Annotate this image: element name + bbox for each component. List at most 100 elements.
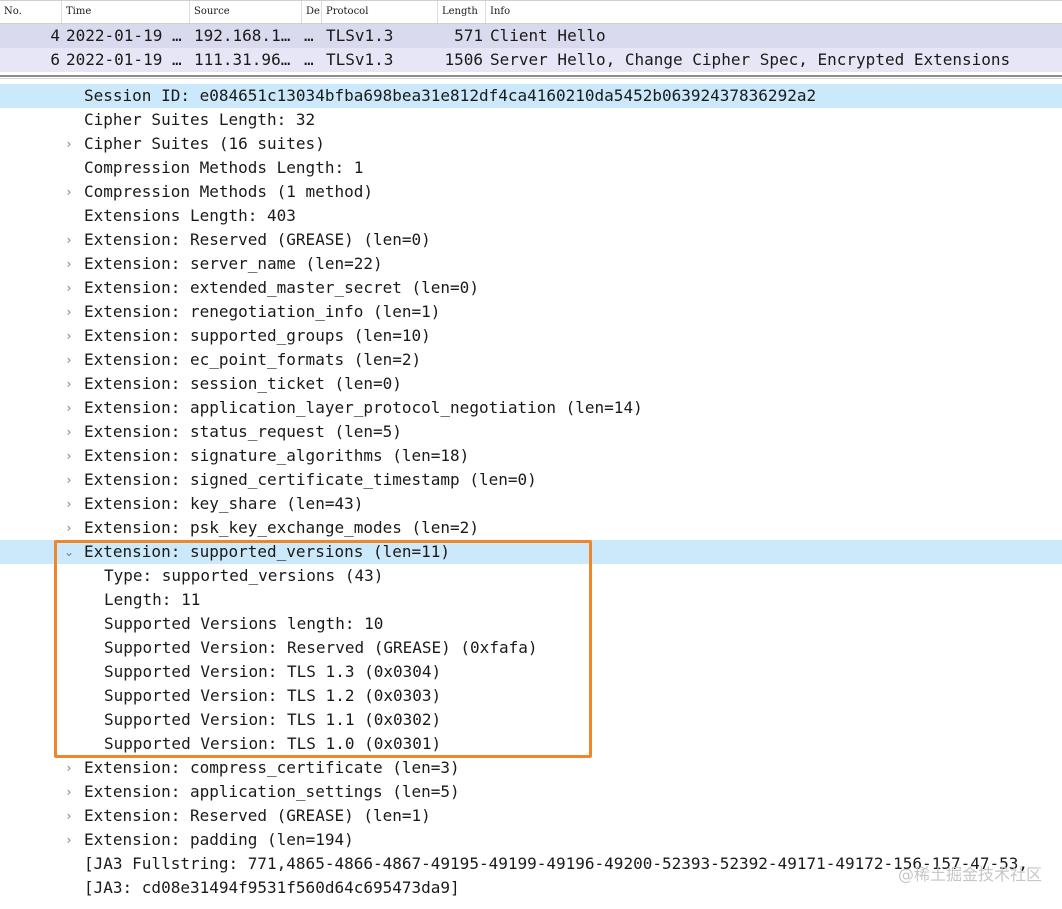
tree-item-session-id[interactable]: Session ID: e084651c13034bfba698bea31e81… bbox=[0, 84, 1062, 108]
tree-item-label: Type: supported_versions (43) bbox=[104, 566, 384, 585]
tree-item-extension[interactable]: › Extension: status_request (len=5) bbox=[0, 420, 1062, 444]
tree-item-extension[interactable]: › Extension: renegotiation_info (len=1) bbox=[0, 300, 1062, 324]
tree-item-extension[interactable]: › Extension: signed_certificate_timestam… bbox=[0, 468, 1062, 492]
tree-item-extension[interactable]: › Extension: application_settings (len=5… bbox=[0, 780, 1062, 804]
tree-item-label: Supported Version: Reserved (GREASE) (0x… bbox=[104, 638, 538, 657]
chevron-right-icon[interactable]: › bbox=[62, 468, 76, 492]
tree-item-extension[interactable]: › Extension: compress_certificate (len=3… bbox=[0, 756, 1062, 780]
tree-item-compression-methods[interactable]: › Compression Methods (1 method) bbox=[0, 180, 1062, 204]
packet-no: 4 bbox=[50, 26, 60, 45]
chevron-right-icon[interactable]: › bbox=[62, 324, 76, 348]
packet-row[interactable]: 4 2022-01-19 … 192.168.1… … TLSv1.3 571 … bbox=[0, 24, 1062, 48]
tree-item-label: Supported Versions length: 10 bbox=[104, 614, 384, 633]
tree-item-label: Extension: application_settings (len=5) bbox=[84, 782, 460, 801]
column-header-time[interactable]: Time bbox=[62, 1, 190, 23]
chevron-right-icon[interactable]: › bbox=[62, 756, 76, 780]
tree-item-label: Extension: key_share (len=43) bbox=[84, 494, 364, 513]
tree-subitem-type[interactable]: Type: supported_versions (43) bbox=[0, 564, 1062, 588]
tree-item-label: Extension: ec_point_formats (len=2) bbox=[84, 350, 422, 369]
tree-item-label: Cipher Suites (16 suites) bbox=[84, 134, 325, 153]
chevron-right-icon[interactable]: › bbox=[62, 828, 76, 852]
chevron-right-icon[interactable]: › bbox=[62, 228, 76, 252]
column-header-length[interactable]: Length bbox=[438, 1, 486, 23]
tree-subitem-supported-version[interactable]: Supported Version: TLS 1.3 (0x0304) bbox=[0, 660, 1062, 684]
packet-time: 2022-01-19 … bbox=[66, 50, 182, 69]
tree-item-label: Extension: status_request (len=5) bbox=[84, 422, 402, 441]
chevron-right-icon[interactable]: › bbox=[62, 804, 76, 828]
tree-item-extension[interactable]: › Extension: signature_algorithms (len=1… bbox=[0, 444, 1062, 468]
tree-item-label: Session ID: e084651c13034bfba698bea31e81… bbox=[84, 86, 817, 105]
chevron-right-icon[interactable]: › bbox=[62, 300, 76, 324]
chevron-right-icon[interactable]: › bbox=[62, 276, 76, 300]
chevron-right-icon[interactable]: › bbox=[62, 348, 76, 372]
packet-source: 192.168.1… bbox=[194, 26, 291, 45]
tree-item-label: [JA3 Fullstring: 771,4865-4866-4867-4919… bbox=[84, 854, 1029, 873]
chevron-right-icon[interactable]: › bbox=[62, 492, 76, 516]
tree-item-extension[interactable]: › Extension: Reserved (GREASE) (len=1) bbox=[0, 804, 1062, 828]
tree-subitem-versions-length[interactable]: Supported Versions length: 10 bbox=[0, 612, 1062, 636]
tree-item-extension[interactable]: › Extension: supported_groups (len=10) bbox=[0, 324, 1062, 348]
tree-item-extension[interactable]: › Extension: ec_point_formats (len=2) bbox=[0, 348, 1062, 372]
tree-item-cipher-suites-length[interactable]: Cipher Suites Length: 32 bbox=[0, 108, 1062, 132]
chevron-right-icon[interactable]: › bbox=[62, 780, 76, 804]
chevron-right-icon[interactable]: › bbox=[62, 516, 76, 540]
packet-length: 1506 bbox=[444, 50, 483, 69]
tree-item-extension[interactable]: › Extension: application_layer_protocol_… bbox=[0, 396, 1062, 420]
tree-item-label: Compression Methods (1 method) bbox=[84, 182, 373, 201]
packet-list-header: No. Time Source De Protocol Length Info bbox=[0, 0, 1062, 24]
tree-item-extension-supported-versions[interactable]: ⌄ Extension: supported_versions (len=11) bbox=[0, 540, 1062, 564]
chevron-right-icon[interactable]: › bbox=[62, 132, 76, 156]
tree-item-label: Compression Methods Length: 1 bbox=[84, 158, 364, 177]
column-header-info[interactable]: Info bbox=[486, 1, 1062, 23]
chevron-right-icon[interactable]: › bbox=[62, 180, 76, 204]
tree-item-extension[interactable]: › Extension: key_share (len=43) bbox=[0, 492, 1062, 516]
tree-subitem-supported-version[interactable]: Supported Version: TLS 1.1 (0x0302) bbox=[0, 708, 1062, 732]
tree-item-label: Extension: signature_algorithms (len=18) bbox=[84, 446, 470, 465]
packet-info: Server Hello, Change Cipher Spec, Encryp… bbox=[490, 50, 1011, 69]
tree-item-label: Extensions Length: 403 bbox=[84, 206, 296, 225]
tree-item-label: Extension: signed_certificate_timestamp … bbox=[84, 470, 537, 489]
pane-divider-line bbox=[0, 78, 1062, 79]
packet-destination: … bbox=[304, 26, 314, 45]
tree-item-label: [JA3: cd08e31494f9531f560d64c695473da9] bbox=[84, 878, 460, 897]
pane-divider[interactable] bbox=[0, 75, 1062, 77]
tree-item-cipher-suites[interactable]: › Cipher Suites (16 suites) bbox=[0, 132, 1062, 156]
tree-item-label: Extension: supported_versions (len=11) bbox=[84, 542, 451, 561]
tree-item-label: Extension: server_name (len=22) bbox=[84, 254, 383, 273]
tree-item-extension[interactable]: › Extension: Reserved (GREASE) (len=0) bbox=[0, 228, 1062, 252]
tree-subitem-length[interactable]: Length: 11 bbox=[0, 588, 1062, 612]
tree-subitem-supported-version[interactable]: Supported Version: TLS 1.0 (0x0301) bbox=[0, 732, 1062, 756]
tree-item-label: Length: 11 bbox=[104, 590, 201, 609]
packet-protocol: TLSv1.3 bbox=[326, 50, 394, 69]
tree-item-label: Extension: session_ticket (len=0) bbox=[84, 374, 402, 393]
chevron-down-icon[interactable]: ⌄ bbox=[62, 540, 76, 564]
chevron-right-icon[interactable]: › bbox=[62, 396, 76, 420]
tree-item-extension[interactable]: › Extension: extended_master_secret (len… bbox=[0, 276, 1062, 300]
tree-item-label: Supported Version: TLS 1.3 (0x0304) bbox=[104, 662, 442, 681]
packet-protocol: TLSv1.3 bbox=[326, 26, 394, 45]
tree-item-label: Cipher Suites Length: 32 bbox=[84, 110, 316, 129]
tree-item-compression-methods-length[interactable]: Compression Methods Length: 1 bbox=[0, 156, 1062, 180]
tree-subitem-supported-version[interactable]: Supported Version: Reserved (GREASE) (0x… bbox=[0, 636, 1062, 660]
chevron-right-icon[interactable]: › bbox=[62, 420, 76, 444]
tree-item-extension[interactable]: › Extension: server_name (len=22) bbox=[0, 252, 1062, 276]
chevron-right-icon[interactable]: › bbox=[62, 252, 76, 276]
tree-subitem-supported-version[interactable]: Supported Version: TLS 1.2 (0x0303) bbox=[0, 684, 1062, 708]
chevron-right-icon[interactable]: › bbox=[62, 372, 76, 396]
column-header-source[interactable]: Source bbox=[190, 1, 302, 23]
tree-item-label: Extension: application_layer_protocol_ne… bbox=[84, 398, 643, 417]
tree-item-label: Extension: psk_key_exchange_modes (len=2… bbox=[84, 518, 479, 537]
column-header-protocol[interactable]: Protocol bbox=[322, 1, 438, 23]
column-header-no[interactable]: No. bbox=[0, 1, 62, 23]
packet-time: 2022-01-19 … bbox=[66, 26, 182, 45]
tree-item-extension[interactable]: › Extension: padding (len=194) bbox=[0, 828, 1062, 852]
tree-item-label: Extension: supported_groups (len=10) bbox=[84, 326, 431, 345]
tree-item-extensions-length[interactable]: Extensions Length: 403 bbox=[0, 204, 1062, 228]
packet-row[interactable]: 6 2022-01-19 … 111.31.96… … TLSv1.3 1506… bbox=[0, 48, 1062, 72]
packet-destination: … bbox=[304, 50, 314, 69]
tree-item-extension[interactable]: › Extension: psk_key_exchange_modes (len… bbox=[0, 516, 1062, 540]
tree-item-label: Supported Version: TLS 1.1 (0x0302) bbox=[104, 710, 442, 729]
tree-item-extension[interactable]: › Extension: session_ticket (len=0) bbox=[0, 372, 1062, 396]
column-header-destination[interactable]: De bbox=[302, 1, 322, 23]
chevron-right-icon[interactable]: › bbox=[62, 444, 76, 468]
